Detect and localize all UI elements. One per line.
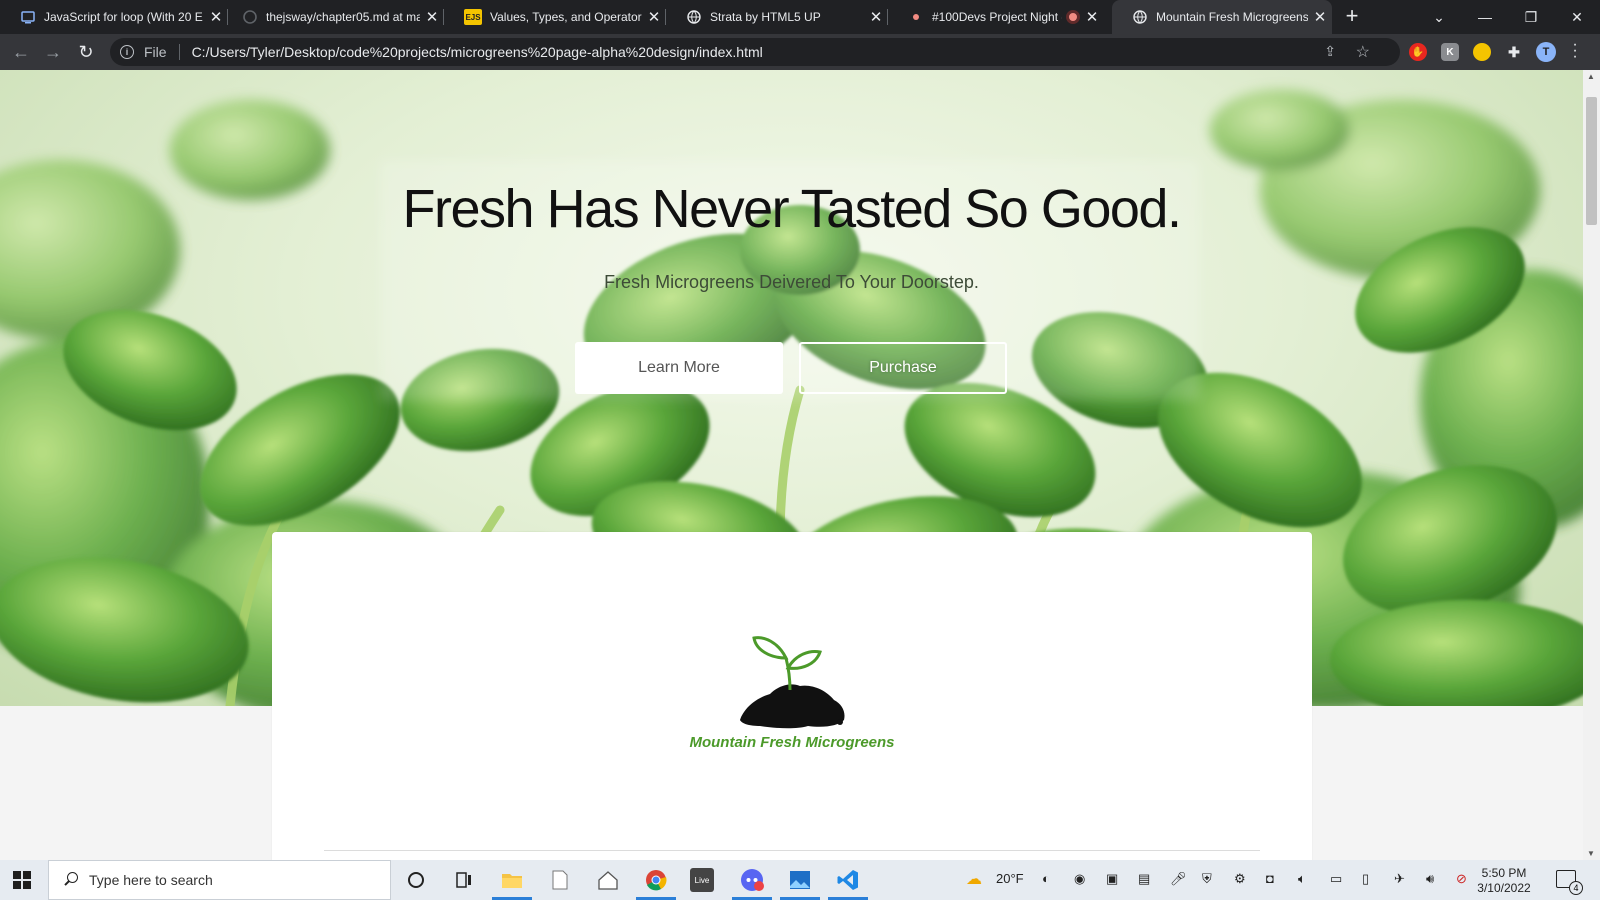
close-icon[interactable]: ✕ xyxy=(420,8,444,26)
notepad-icon[interactable] xyxy=(546,866,574,894)
purchase-button[interactable]: Purchase xyxy=(799,342,1007,394)
info-icon[interactable]: i xyxy=(120,45,134,59)
github-icon xyxy=(242,9,258,25)
menu-kebab-icon[interactable]: · · · xyxy=(1570,37,1580,65)
live-icon[interactable]: Live xyxy=(690,868,714,892)
home-icon[interactable] xyxy=(594,866,622,894)
notifications-badge: 4 xyxy=(1569,881,1583,895)
tab-values-types-operators[interactable]: EJS Values, Types, and Operators ✕ xyxy=(444,0,666,34)
windows-start-icon[interactable] xyxy=(13,871,31,889)
tab-javascript-for-loop[interactable]: JavaScript for loop (With 20 E ✕ xyxy=(0,0,228,34)
camera-icon[interactable]: ◘ xyxy=(1266,871,1274,886)
globe-icon xyxy=(686,9,702,25)
twitch-icon xyxy=(908,9,924,25)
tab-search-icon[interactable]: ⌄ xyxy=(1416,0,1462,34)
profile-avatar[interactable]: T xyxy=(1536,42,1556,62)
scheme-divider xyxy=(178,44,180,60)
chrome-icon[interactable] xyxy=(642,866,670,894)
tab-title: JavaScript for loop (With 20 E xyxy=(44,10,203,24)
weather-temperature[interactable]: 20°F xyxy=(996,871,1024,886)
programiz-icon xyxy=(20,9,36,25)
page-viewport: Fresh Has Never Tasted So Good. Fresh Mi… xyxy=(0,70,1583,860)
extension-red-icon[interactable]: ✋ xyxy=(1409,43,1427,61)
close-icon[interactable]: ✕ xyxy=(864,8,888,26)
tray-app-icon[interactable]: ⚙ xyxy=(1234,871,1246,887)
url-text[interactable]: C:/Users/Tyler/Desktop/code%20projects/m… xyxy=(192,44,763,60)
address-bar[interactable]: i File C:/Users/Tyler/Desktop/code%20pro… xyxy=(110,38,1400,66)
scroll-down-arrow-icon[interactable]: ▼ xyxy=(1587,849,1595,858)
tab-strata[interactable]: Strata by HTML5 UP ✕ xyxy=(666,0,888,34)
taskbar-search-box[interactable]: Type here to search xyxy=(48,860,391,900)
scroll-up-arrow-icon[interactable]: ▲ xyxy=(1587,72,1595,81)
brand-name: Mountain Fresh Microgreens xyxy=(689,734,895,751)
window-close-icon[interactable]: ✕ xyxy=(1554,0,1600,34)
back-icon[interactable]: ← xyxy=(8,39,34,65)
battery-icon[interactable]: ▯ xyxy=(1362,871,1369,887)
browser-tab-strip: JavaScript for loop (With 20 E ✕ thejswa… xyxy=(0,0,1600,34)
security-shield-icon[interactable]: ⛨ xyxy=(1202,871,1212,887)
share-icon[interactable]: ⇪ xyxy=(1324,43,1336,60)
restore-icon[interactable]: ❐ xyxy=(1508,0,1554,34)
clock-time: 5:50 PM xyxy=(1481,866,1527,880)
content-card: Mountain Fresh Microgreens xyxy=(272,532,1312,860)
hero-subtitle: Fresh Microgreens Deivered To Your Doors… xyxy=(604,272,979,292)
bookmark-star-icon[interactable]: ☆ xyxy=(1356,42,1370,62)
minimize-icon[interactable]: — xyxy=(1462,0,1508,34)
extension-color-icon[interactable] xyxy=(1473,43,1491,61)
clock-date: 3/10/2022 xyxy=(1477,881,1531,895)
tray-app-icon[interactable]: ▤ xyxy=(1138,871,1150,887)
discord-tray-icon[interactable]: ◐ xyxy=(1042,871,1050,886)
discord-icon[interactable] xyxy=(738,866,766,894)
search-icon xyxy=(63,872,79,888)
notifications-icon[interactable]: 4 xyxy=(1556,870,1583,895)
volume-icon[interactable]: 🔊︎ xyxy=(1426,871,1434,887)
weather-icon[interactable]: ☁ xyxy=(966,869,982,889)
extensions-puzzle-icon[interactable]: ✚ xyxy=(1505,43,1523,61)
vscode-icon[interactable] xyxy=(834,866,862,894)
microphone-icon[interactable]: 🎤︎ xyxy=(1170,871,1187,887)
new-tab-button[interactable]: + xyxy=(1340,5,1364,29)
scheme-label: File xyxy=(144,44,167,60)
brand-logo: Mountain Fresh Microgreens xyxy=(272,628,1312,751)
cortana-icon[interactable] xyxy=(402,866,430,894)
extension-k-icon[interactable]: K xyxy=(1441,43,1459,61)
hero-title: Fresh Has Never Tasted So Good. xyxy=(402,179,1182,239)
photos-icon[interactable] xyxy=(786,866,814,894)
close-icon[interactable]: ✕ xyxy=(1080,8,1104,26)
divider xyxy=(324,850,1260,851)
browser-toolbar: ← → ↻ i File C:/Users/Tyler/Desktop/code… xyxy=(0,34,1600,70)
tab-100devs[interactable]: #100Devs Project Night - ✕ xyxy=(888,0,1110,34)
tab-mountain-fresh-microgreens[interactable]: Mountain Fresh Microgreens ✕ xyxy=(1112,0,1332,34)
ejs-icon: EJS xyxy=(464,9,482,25)
close-icon[interactable]: ✕ xyxy=(1308,8,1332,26)
tab-title: Values, Types, and Operators xyxy=(490,10,642,24)
display-icon[interactable]: ▭ xyxy=(1330,871,1342,887)
tab-title: Mountain Fresh Microgreens xyxy=(1156,10,1308,24)
sprout-logo-icon xyxy=(740,636,845,729)
globe-icon xyxy=(1132,9,1148,25)
tray-app-icon[interactable]: ▣ xyxy=(1106,871,1118,887)
close-icon[interactable]: ✕ xyxy=(642,8,666,26)
file-explorer-icon[interactable] xyxy=(498,866,526,894)
tab-title: thejsway/chapter05.md at ma xyxy=(266,10,420,24)
reload-icon[interactable]: ↻ xyxy=(73,39,99,65)
recording-icon xyxy=(1066,10,1080,24)
search-placeholder: Type here to search xyxy=(89,872,213,888)
speaker-icon[interactable]: 🔈︎ xyxy=(1298,871,1306,887)
page-scrollbar[interactable]: ▲ ▼ xyxy=(1583,70,1600,860)
learn-more-button[interactable]: Learn More xyxy=(575,342,783,394)
tab-title: Strata by HTML5 UP xyxy=(710,10,821,24)
system-clock[interactable]: 5:50 PM 3/10/2022 xyxy=(1472,866,1536,896)
tray-app-icon[interactable]: ◉ xyxy=(1074,871,1085,887)
forward-icon[interactable]: → xyxy=(40,39,66,65)
tab-title: #100Devs Project Night - xyxy=(932,10,1062,24)
airplane-mode-icon[interactable]: ✈ xyxy=(1394,871,1405,887)
network-icon[interactable]: ⊘ xyxy=(1456,871,1467,887)
windows-taskbar: Type here to search Live ☁ 20°F ◐ ◉ ▣ ▤ … xyxy=(0,860,1600,900)
scroll-thumb[interactable] xyxy=(1586,97,1597,225)
task-view-icon[interactable] xyxy=(450,866,478,894)
tab-thejsway[interactable]: thejsway/chapter05.md at ma ✕ xyxy=(222,0,444,34)
